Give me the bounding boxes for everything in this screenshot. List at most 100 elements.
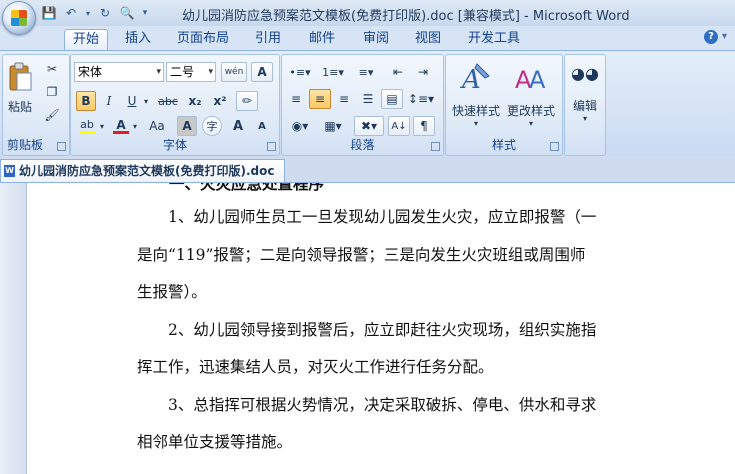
- font-size-combo[interactable]: 二号 ▾: [166, 62, 216, 82]
- tab-home[interactable]: 开始: [64, 29, 108, 50]
- paragraph-launcher-icon[interactable]: [431, 142, 440, 151]
- italic-button[interactable]: I: [99, 91, 119, 111]
- redo-icon[interactable]: ↻: [96, 4, 114, 22]
- copy-icon[interactable]: ❐: [41, 82, 63, 102]
- binoculars-icon: ◕◕: [571, 64, 599, 83]
- align-right-icon[interactable]: ≡: [333, 89, 355, 109]
- chevron-down-icon: ▾: [528, 119, 533, 128]
- char-border-button[interactable]: A: [251, 62, 273, 82]
- font-group: 宋体 ▾ 二号 ▾ wén A B I U ▾ abc x₂ x² ✏ ab ▾ A…: [70, 54, 280, 156]
- word-doc-icon: W: [4, 165, 15, 177]
- font-name-value: 宋体: [78, 65, 103, 79]
- tab-review[interactable]: 审阅: [356, 29, 396, 49]
- phonetic-guide-button[interactable]: wén: [221, 62, 247, 82]
- show-marks-icon[interactable]: ¶: [413, 116, 435, 136]
- ribbon-tab-row: 开始 插入 页面布局 引用 邮件 审阅 视图 开发工具: [0, 26, 735, 50]
- increase-indent-icon[interactable]: ⇥: [412, 62, 434, 82]
- tab-references[interactable]: 引用: [248, 29, 288, 49]
- tab-page-layout[interactable]: 页面布局: [172, 29, 234, 49]
- underline-dropdown-icon[interactable]: ▾: [142, 91, 150, 111]
- font-color-button[interactable]: A: [111, 116, 131, 136]
- print-preview-icon[interactable]: 🔍: [118, 4, 136, 22]
- tab-view[interactable]: 视图: [408, 29, 448, 49]
- ribbon: 粘贴 ✂ ❐ 🖌 剪贴板 宋体 ▾ 二号 ▾ wén A B I U ▾ abc x…: [0, 50, 735, 158]
- borders-icon[interactable]: ▦▾: [318, 116, 348, 136]
- body-line: 1、幼儿园师生员工一旦发现幼儿园发生火灾，应立即报警（一: [168, 208, 597, 226]
- undo-icon[interactable]: ↶: [62, 4, 80, 22]
- office-button[interactable]: [2, 1, 36, 35]
- ribbon-minimize-icon[interactable]: ▾: [722, 31, 727, 42]
- line-spacing-icon[interactable]: ↕≡▾: [406, 89, 436, 109]
- editing-group: ◕◕ 编辑 ▾: [564, 54, 606, 156]
- quick-styles-button[interactable]: A 快速样式 ▾: [450, 59, 502, 129]
- document-tab-title: 幼儿园消防应急预案范文模板(免费打印版).doc: [19, 164, 275, 178]
- document-body[interactable]: 一、火灾应急处置程序 1、幼儿园师生员工一旦发现幼儿园发生火灾，应立即报警（一 …: [137, 183, 637, 462]
- body-line: 生报警）。: [137, 283, 207, 301]
- phonetic-guide-label: wén: [224, 66, 244, 77]
- align-center-icon[interactable]: ≡: [309, 89, 331, 109]
- font-color-dropdown-icon[interactable]: ▾: [131, 116, 139, 136]
- font-color-icon: A: [116, 117, 126, 132]
- tab-insert[interactable]: 插入: [118, 29, 158, 49]
- section-heading: 一、火灾应急处置程序: [169, 183, 325, 193]
- distributed-icon[interactable]: ▤: [381, 89, 403, 109]
- help-icon[interactable]: ?: [704, 30, 718, 44]
- format-painter-icon[interactable]: 🖌: [41, 105, 63, 125]
- highlighter-icon: ab: [80, 118, 94, 131]
- change-case-button[interactable]: Aa: [145, 116, 169, 136]
- font-name-combo[interactable]: 宋体 ▾: [74, 62, 164, 82]
- numbering-icon[interactable]: 1≡▾: [318, 62, 348, 82]
- body-line: 挥工作，迅速集结人员，对灭火工作进行任务分配。: [137, 358, 494, 376]
- cut-icon[interactable]: ✂: [41, 59, 63, 79]
- undo-dropdown-icon[interactable]: ▾: [84, 4, 92, 22]
- paste-label: 粘贴: [7, 99, 32, 114]
- editing-button[interactable]: ◕◕ 编辑 ▾: [568, 59, 602, 129]
- quick-access-toolbar: 💾 ↶ ▾ ↻ 🔍 ▾: [40, 3, 150, 23]
- superscript-button[interactable]: x²: [209, 91, 231, 111]
- window-title: 幼儿园消防应急预案范文模板(免费打印版).doc [兼容模式] - Micros…: [182, 9, 630, 24]
- shading-icon[interactable]: ◉▾: [285, 116, 315, 136]
- font-launcher-icon[interactable]: [267, 142, 276, 151]
- highlighter-dropdown-icon[interactable]: ▾: [98, 116, 106, 136]
- align-left-icon[interactable]: ≡: [285, 89, 307, 109]
- shrink-font-button[interactable]: A: [251, 116, 273, 136]
- save-icon[interactable]: 💾: [40, 4, 58, 22]
- quick-styles-label: 快速样式: [451, 104, 500, 118]
- clipboard-icon: [9, 62, 32, 90]
- tab-mailings[interactable]: 邮件: [302, 29, 342, 49]
- left-ruler: [0, 183, 27, 474]
- sort-icon[interactable]: A↓: [388, 116, 410, 136]
- document-page[interactable]: 一、火灾应急处置程序 1、幼儿园师生员工一旦发现幼儿园发生火灾，应立即报警（一 …: [27, 183, 735, 474]
- document-tab[interactable]: W 幼儿园消防应急预案范文模板(免费打印版).doc: [0, 159, 286, 182]
- strikethrough-button[interactable]: abc: [155, 91, 181, 111]
- enclose-characters-button[interactable]: 字: [202, 116, 222, 136]
- body-line: 3、总指挥可根据火势情况，决定采取破拆、停电、供水和寻求: [168, 395, 597, 414]
- document-tab-bar: W 幼儿园消防应急预案范文模板(免费打印版).doc: [0, 156, 735, 183]
- subscript-button[interactable]: x₂: [184, 91, 206, 111]
- clear-formatting-button[interactable]: ✏: [236, 91, 258, 111]
- clipboard-launcher-icon[interactable]: [57, 142, 66, 151]
- styles-launcher-icon[interactable]: [550, 142, 559, 151]
- paste-button[interactable]: 粘贴: [5, 57, 35, 119]
- tab-developer[interactable]: 开发工具: [462, 29, 526, 49]
- change-styles-button[interactable]: A A 更改样式 ▾: [504, 59, 558, 129]
- quick-styles-icon: A: [460, 63, 490, 94]
- bullets-icon[interactable]: •≡▾: [285, 62, 315, 82]
- font-color-bar: [113, 130, 129, 134]
- asian-layout-icon[interactable]: ✖▾: [354, 116, 384, 136]
- char-shading-button[interactable]: A: [177, 116, 197, 136]
- highlighter-button[interactable]: ab: [76, 116, 98, 136]
- paragraph-group-label: 段落: [350, 138, 375, 152]
- bold-button[interactable]: B: [76, 91, 96, 111]
- editing-label: 编辑: [572, 99, 597, 113]
- justify-icon[interactable]: ☰: [357, 89, 379, 109]
- styles-group-label: 样式: [491, 138, 516, 152]
- decrease-indent-icon[interactable]: ⇤: [387, 62, 409, 82]
- underline-button[interactable]: U: [122, 91, 142, 111]
- grow-font-button[interactable]: A: [227, 116, 249, 136]
- styles-group: A 快速样式 ▾ A A 更改样式 ▾ 样式: [445, 54, 563, 156]
- customize-qat-icon[interactable]: ▾: [140, 4, 150, 22]
- paragraph-group: •≡▾ 1≡▾ ≡▾ ⇤ ⇥ ≡ ≡ ≡ ☰ ▤ ↕≡▾ ◉▾ ▦▾ ✖▾ A↓…: [281, 54, 444, 156]
- multilevel-list-icon[interactable]: ≡▾: [351, 62, 381, 82]
- change-styles-label: 更改样式: [506, 104, 555, 118]
